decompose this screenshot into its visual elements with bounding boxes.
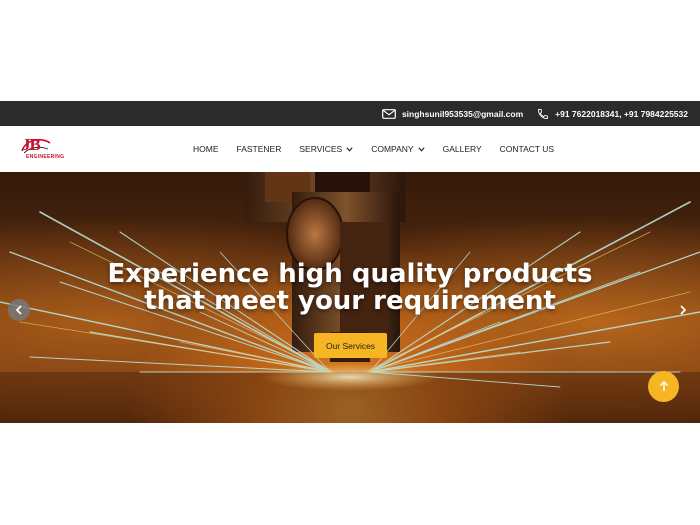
email-text[interactable]: singhsunil953535@gmail.com bbox=[402, 109, 523, 119]
scroll-to-top-button[interactable] bbox=[648, 371, 679, 402]
nav-fastener-label[interactable]: FASTENER bbox=[237, 144, 282, 154]
phone-icon bbox=[538, 108, 549, 119]
email-contact[interactable]: singhsunil953535@gmail.com bbox=[382, 109, 523, 119]
chevron-down-icon[interactable] bbox=[417, 146, 425, 152]
site-header: JB ENGINEERING HOME FASTENER SERVICES CO… bbox=[0, 126, 700, 172]
chevron-down-icon[interactable] bbox=[346, 146, 353, 152]
nav-contact-us-label[interactable]: CONTACT US bbox=[500, 144, 554, 154]
nav-company[interactable]: COMPANY bbox=[371, 144, 425, 154]
slider-prev-button[interactable] bbox=[8, 299, 30, 321]
logo-subtitle: ENGINEERING bbox=[26, 154, 65, 160]
nav-services-label[interactable]: SERVICES bbox=[299, 144, 342, 154]
arrow-up-icon bbox=[659, 381, 668, 391]
nav-fastener[interactable]: FASTENER bbox=[237, 144, 282, 154]
main-nav: HOME FASTENER SERVICES COMPANY GALLERY C… bbox=[193, 126, 554, 172]
nav-contact-us[interactable]: CONTACT US bbox=[500, 144, 554, 154]
chevron-left-icon bbox=[15, 305, 22, 315]
hero-heading: Experience high quality products that me… bbox=[0, 261, 700, 315]
top-contact-bar: singhsunil953535@gmail.com +91 762201834… bbox=[0, 101, 700, 126]
our-services-button[interactable]: Our Services bbox=[314, 333, 387, 358]
nav-home[interactable]: HOME bbox=[193, 144, 219, 154]
slider-next-button[interactable] bbox=[675, 302, 691, 318]
site-logo[interactable]: JB ENGINEERING bbox=[20, 135, 78, 163]
nav-gallery[interactable]: GALLERY bbox=[443, 144, 482, 154]
nav-gallery-label[interactable]: GALLERY bbox=[443, 144, 482, 154]
logo-mark: JB bbox=[22, 135, 41, 154]
envelope-icon bbox=[382, 108, 396, 119]
phone-contact[interactable]: +91 7622018341, +91 7984225532 bbox=[537, 108, 688, 120]
chevron-right-icon bbox=[680, 305, 687, 315]
phone-text[interactable]: +91 7622018341, +91 7984225532 bbox=[555, 109, 688, 119]
hero-slider: Experience high quality products that me… bbox=[0, 172, 700, 423]
nav-home-label[interactable]: HOME bbox=[193, 144, 219, 154]
nav-services[interactable]: SERVICES bbox=[299, 144, 353, 154]
hero-heading-line-1: Experience high quality products bbox=[107, 259, 593, 289]
nav-company-label[interactable]: COMPANY bbox=[371, 144, 413, 154]
hero-heading-line-2: that meet your requirement bbox=[144, 286, 556, 316]
